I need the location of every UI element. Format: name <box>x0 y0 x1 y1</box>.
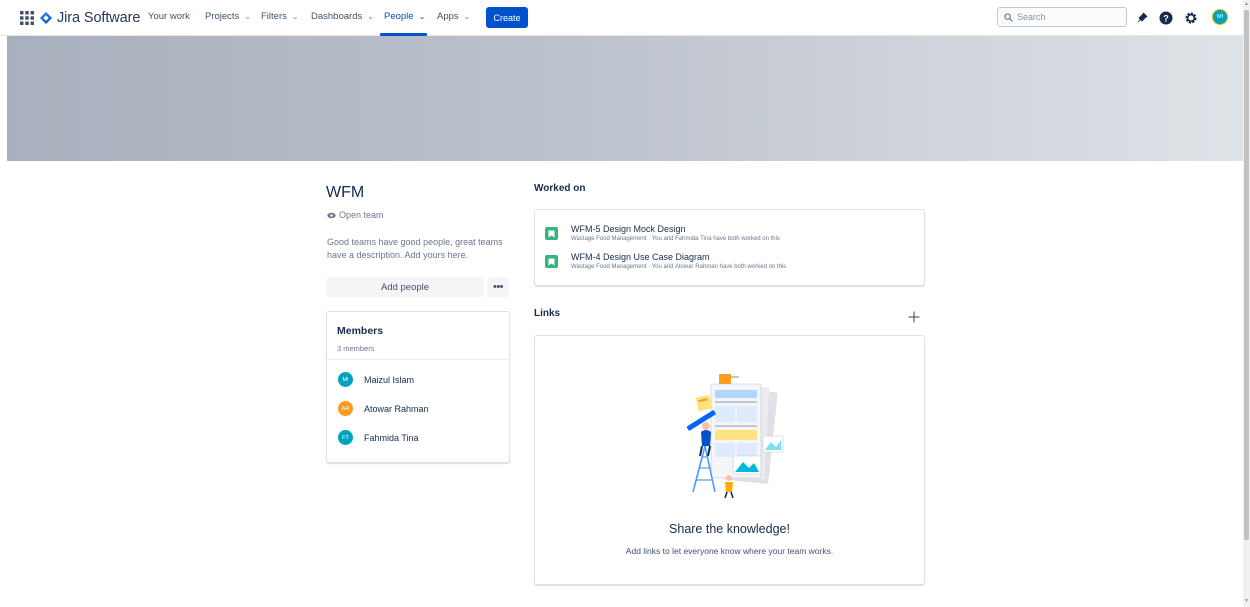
team-visibility: Open team <box>327 210 384 220</box>
chevron-down-icon: ⌄ <box>244 12 252 21</box>
members-title: Members <box>337 325 384 337</box>
svg-text:?: ? <box>1163 13 1169 23</box>
notifications-icon[interactable] <box>1134 10 1150 26</box>
work-item-subtitle: Wastage Food Management · You and Fahmid… <box>571 236 780 242</box>
nav-your-work[interactable]: Your work <box>148 11 190 22</box>
settings-icon[interactable] <box>1183 10 1199 26</box>
nav-projects[interactable]: Projects ⌄ <box>205 11 251 22</box>
member-avatar: MI <box>338 372 353 387</box>
jira-diamond-icon <box>40 12 52 24</box>
search-box[interactable] <box>997 7 1127 27</box>
scroll-up-icon[interactable]: ▲ <box>1244 1 1249 7</box>
chevron-down-icon: ⌄ <box>291 12 299 21</box>
scroll-thumb[interactable] <box>1244 10 1249 540</box>
chevron-down-icon: ⌄ <box>418 12 426 21</box>
work-item[interactable]: WFM-4 Design Use Case Diagram Wastage Fo… <box>545 252 786 271</box>
search-input[interactable] <box>1017 12 1117 22</box>
work-item[interactable]: WFM-5 Design Mock Design Wastage Food Ma… <box>545 224 780 243</box>
top-navigation: Jira Software Your work Projects ⌄ Filter… <box>0 0 1243 36</box>
more-icon: ••• <box>492 281 504 293</box>
member-item[interactable]: MI Maizul Islam <box>338 372 414 387</box>
divider <box>327 359 509 360</box>
story-icon <box>545 227 558 240</box>
add-people-button[interactable]: Add people <box>326 277 484 297</box>
links-title: Links <box>534 308 561 319</box>
search-icon <box>1004 12 1013 22</box>
nav-dashboards[interactable]: Dashboards ⌄ <box>311 11 374 22</box>
add-link-button[interactable] <box>906 309 922 325</box>
members-card: Members 3 members MI Maizul Islam AR Ato… <box>326 311 510 463</box>
chevron-down-icon: ⌄ <box>463 12 471 21</box>
nav-filters[interactable]: Filters ⌄ <box>261 11 299 22</box>
product-name: Jira Software <box>57 10 141 26</box>
member-avatar: FT <box>338 430 353 445</box>
scroll-down-icon[interactable]: ▼ <box>1244 598 1249 604</box>
member-name: Atowar Rahman <box>364 403 429 414</box>
more-actions-button[interactable]: ••• <box>487 277 509 297</box>
work-item-title: WFM-4 Design Use Case Diagram <box>571 252 710 262</box>
nav-apps[interactable]: Apps ⌄ <box>437 11 470 22</box>
member-name: Fahmida Tina <box>364 432 419 443</box>
create-button[interactable]: Create <box>486 7 528 28</box>
page-scrollbar[interactable]: ▲ ▼ <box>1243 0 1250 607</box>
team-header-banner <box>7 36 1243 161</box>
member-item[interactable]: FT Fahmida Tina <box>338 430 419 445</box>
plus-icon <box>908 311 920 323</box>
team-description[interactable]: Good teams have good people, great teams… <box>327 236 512 262</box>
chevron-down-icon: ⌄ <box>367 12 374 21</box>
member-avatar: AR <box>338 401 353 416</box>
links-empty-description: Add links to let everyone know where you… <box>625 546 834 556</box>
user-avatar[interactable]: MI <box>1212 9 1228 25</box>
story-icon <box>545 255 558 268</box>
app-switcher-icon[interactable] <box>20 11 34 25</box>
team-name[interactable]: WFM <box>326 184 364 202</box>
worked-on-title: Worked on <box>534 183 586 194</box>
work-item-title: WFM-5 Design Mock Design <box>571 224 686 234</box>
help-icon[interactable]: ? <box>1158 10 1174 26</box>
links-empty-title: Share the knowledge! <box>669 522 790 536</box>
work-item-subtitle: Wastage Food Management · You and Atowar… <box>571 264 787 270</box>
nav-people[interactable]: People ⌄ <box>384 11 425 22</box>
jira-logo[interactable]: Jira Software <box>40 9 140 27</box>
share-knowledge-illustration <box>686 374 784 499</box>
worked-on-card: WFM-5 Design Mock Design Wastage Food Ma… <box>534 209 925 286</box>
member-name: Maizul Islam <box>364 374 415 385</box>
member-item[interactable]: AR Atowar Rahman <box>338 401 429 416</box>
links-card: Share the knowledge! Add links to let ev… <box>534 335 925 585</box>
eye-icon <box>327 212 336 218</box>
members-count: 3 members <box>337 344 375 353</box>
